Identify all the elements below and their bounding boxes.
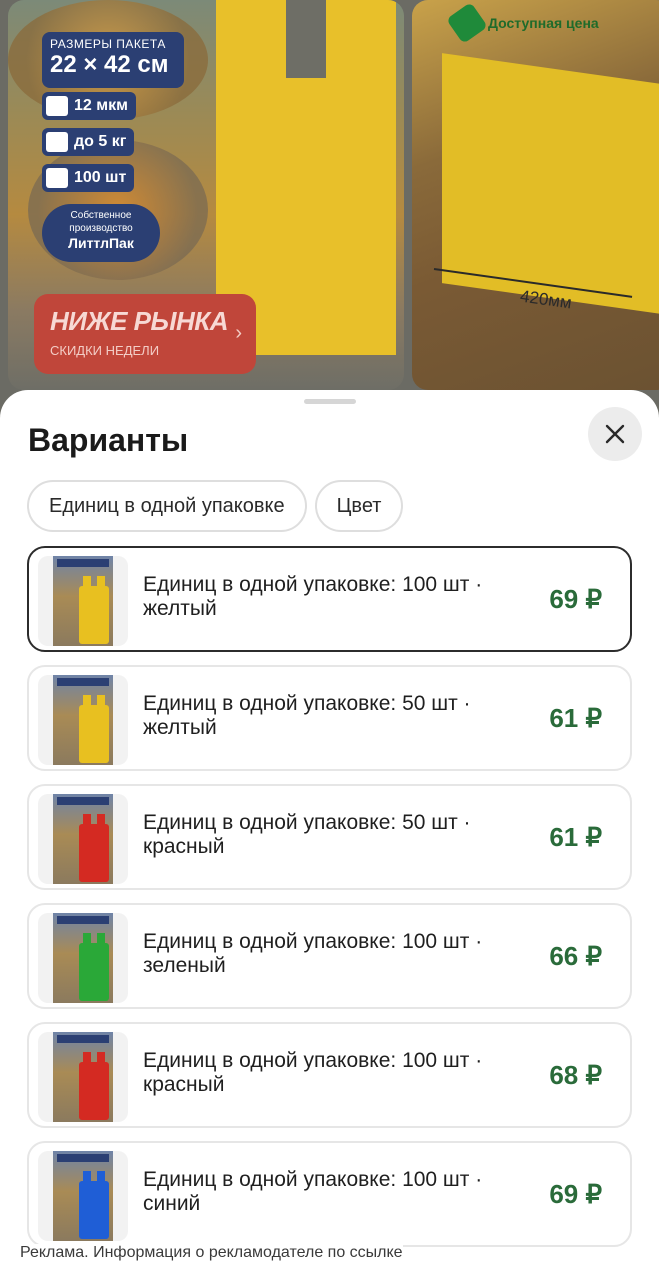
close-icon [605,424,625,444]
chevron-right-icon: › [235,322,242,344]
promo-subtitle: СКИДКИ НЕДЕЛИ [50,343,160,358]
variant-thumbnail [38,913,128,1003]
variant-price: 69 ₽ [549,1179,602,1209]
variant-card[interactable]: Единиц в одной упаковке: 100 шт · синий … [27,1141,632,1247]
variant-thumbnail [38,794,128,884]
variant-title: Единиц в одной упаковке: 50 шт · желтый [143,692,471,740]
yellow-bag-flat-image [442,53,659,317]
variant-title: Единиц в одной упаковке: 100 шт · синий [143,1168,483,1216]
price-tag-icon [446,2,488,44]
variant-title: Единиц в одной упаковке: 100 шт · зелены… [143,930,483,978]
variant-price: 66 ₽ [549,941,602,971]
weight-icon [46,132,68,152]
size-badge: РАЗМЕРЫ ПАКЕТА 22 × 42 см [42,32,184,88]
variant-price: 68 ₽ [549,1060,602,1090]
sheet-grabber[interactable] [304,399,356,404]
close-button[interactable] [588,407,642,461]
variant-thumbnail [38,1151,128,1241]
spec-thickness: 12 мкм [42,92,136,120]
variants-sheet: Варианты Единиц в одной упаковке Цвет Ед… [0,390,659,1280]
variant-title: Единиц в одной упаковке: 50 шт · красный [143,811,471,859]
variant-thumbnail [38,556,128,646]
promo-banner[interactable]: НИЖЕ РЫНКА СКИДКИ НЕДЕЛИ › [34,294,256,374]
chip-color[interactable]: Цвет [314,480,404,532]
product-gallery[interactable]: РАЗМЕРЫ ПАКЕТА 22 × 42 см 12 мкм до 5 кг… [0,0,659,400]
product-photo-main[interactable]: РАЗМЕРЫ ПАКЕТА 22 × 42 см 12 мкм до 5 кг… [8,0,404,390]
variant-thumbnail [38,675,128,765]
variant-card[interactable]: Единиц в одной упаковке: 100 шт · зелены… [27,903,632,1009]
promo-title: НИЖЕ РЫНКА [50,306,229,336]
chip-units-per-pack[interactable]: Единиц в одной упаковке [27,480,307,532]
filter-chips: Единиц в одной упаковке Цвет [27,480,404,532]
variant-price: 69 ₽ [549,584,602,614]
spec-quantity: 100 шт [42,164,135,192]
variant-price: 61 ₽ [549,703,602,733]
own-production-badge: Собственное производство ЛиттлПак [42,204,160,262]
sheet-title: Варианты [28,422,189,458]
size-label: РАЗМЕРЫ ПАКЕТА [50,37,166,51]
variant-price: 61 ₽ [549,822,602,852]
variants-list: Единиц в одной упаковке: 100 шт · желтый… [27,546,632,1260]
variant-card[interactable]: Единиц в одной упаковке: 50 шт · желтый … [27,665,632,771]
spec-load: до 5 кг [42,128,135,156]
variant-card[interactable]: Единиц в одной упаковке: 100 шт · желтый… [27,546,632,652]
variant-card[interactable]: Единиц в одной упаковке: 100 шт · красны… [27,1022,632,1128]
advertiser-info-link[interactable]: Реклама. Информация о рекламодателе по с… [20,1244,403,1262]
variant-thumbnail [38,1032,128,1122]
thickness-icon [46,96,68,116]
variant-title: Единиц в одной упаковке: 100 шт · красны… [143,1049,483,1097]
stack-icon [46,168,68,188]
size-value: 22 × 42 см [50,51,169,78]
product-photo-secondary[interactable]: Доступная цена 420мм [412,0,659,390]
brand-name: ЛиттлПак [68,235,134,251]
variant-title: Единиц в одной упаковке: 100 шт · желтый [143,573,483,621]
affordable-price-badge: Доступная цена [446,2,599,44]
variant-card[interactable]: Единиц в одной упаковке: 50 шт · красный… [27,784,632,890]
